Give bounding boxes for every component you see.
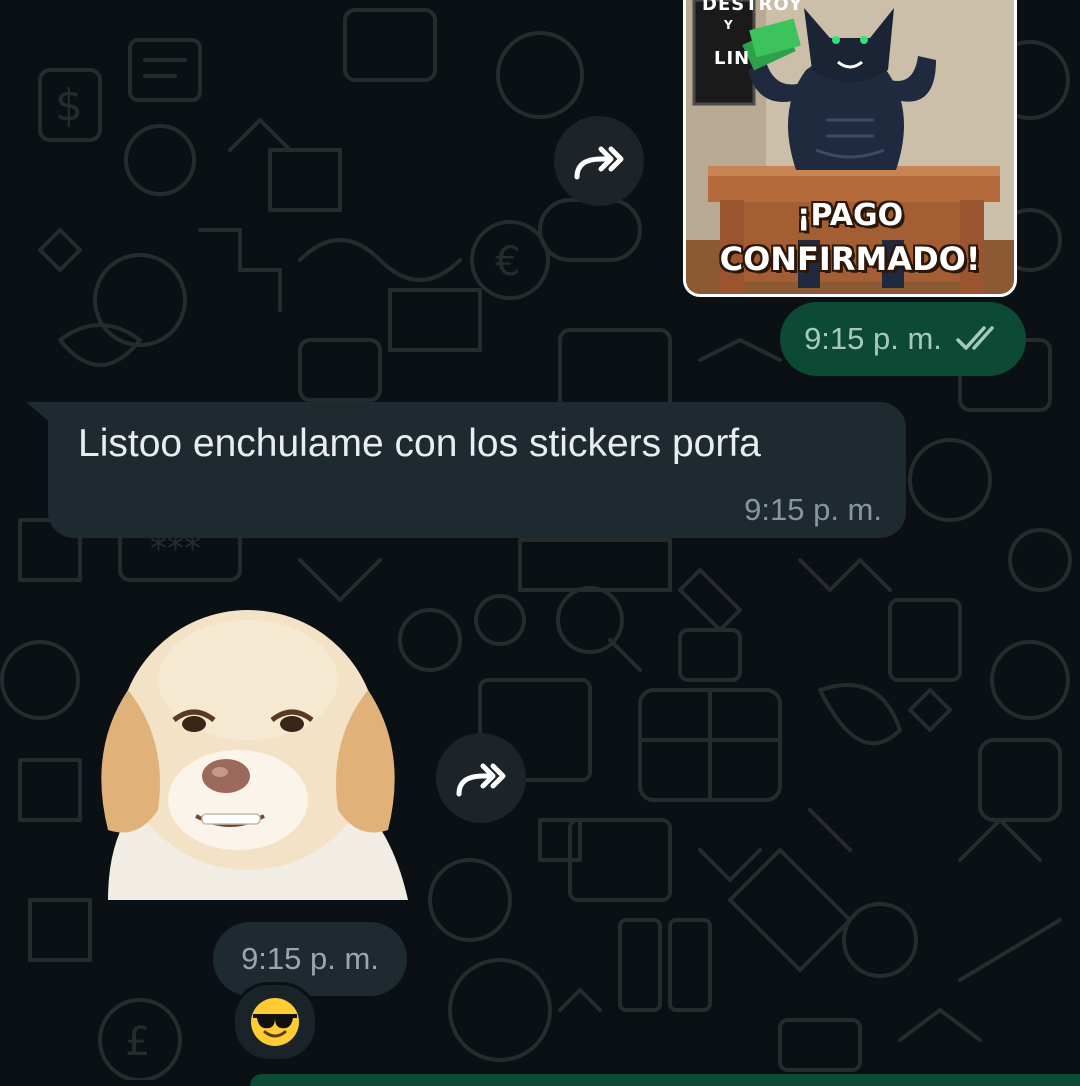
svg-text:£: £ [125, 1019, 150, 1065]
outgoing-sticker[interactable]: DESTROY Y LIN ¡PAGO CONFIRMADO! [686, 0, 1014, 294]
message-reaction[interactable] [232, 982, 318, 1062]
next-message-edge [250, 1074, 1080, 1086]
double-check-icon [954, 324, 1002, 354]
board-text-3: LIN [714, 48, 751, 69]
forward-icon [456, 763, 506, 797]
sticker-caption-line2: CONFIRMADO! [719, 240, 981, 278]
incoming-message-meta: 9:15 p. m. [213, 922, 407, 996]
sunglasses-emoji-icon [251, 998, 299, 1046]
outgoing-message-meta: 9:15 p. m. [780, 302, 1026, 376]
puppy-sticker-image [101, 610, 408, 900]
incoming-sticker[interactable] [88, 600, 408, 900]
message-text: Listoo enchulame con los stickers porfa [78, 422, 761, 465]
message-time: 9:15 p. m. [241, 941, 379, 976]
incoming-text-message[interactable]: Listoo enchulame con los stickers porfa … [48, 402, 906, 538]
message-time: 9:15 p. m. [744, 492, 882, 527]
svg-text:€: € [495, 239, 520, 285]
board-text-2: Y [724, 18, 734, 32]
forward-button[interactable] [554, 116, 644, 206]
message-time: 9:15 p. m. [804, 321, 942, 356]
board-text-1: DESTROY [702, 0, 804, 15]
forward-icon [574, 146, 624, 180]
svg-text:$: $ [55, 80, 83, 131]
sticker-caption-line1: ¡PAGO [796, 198, 904, 233]
forward-button[interactable] [436, 733, 526, 823]
